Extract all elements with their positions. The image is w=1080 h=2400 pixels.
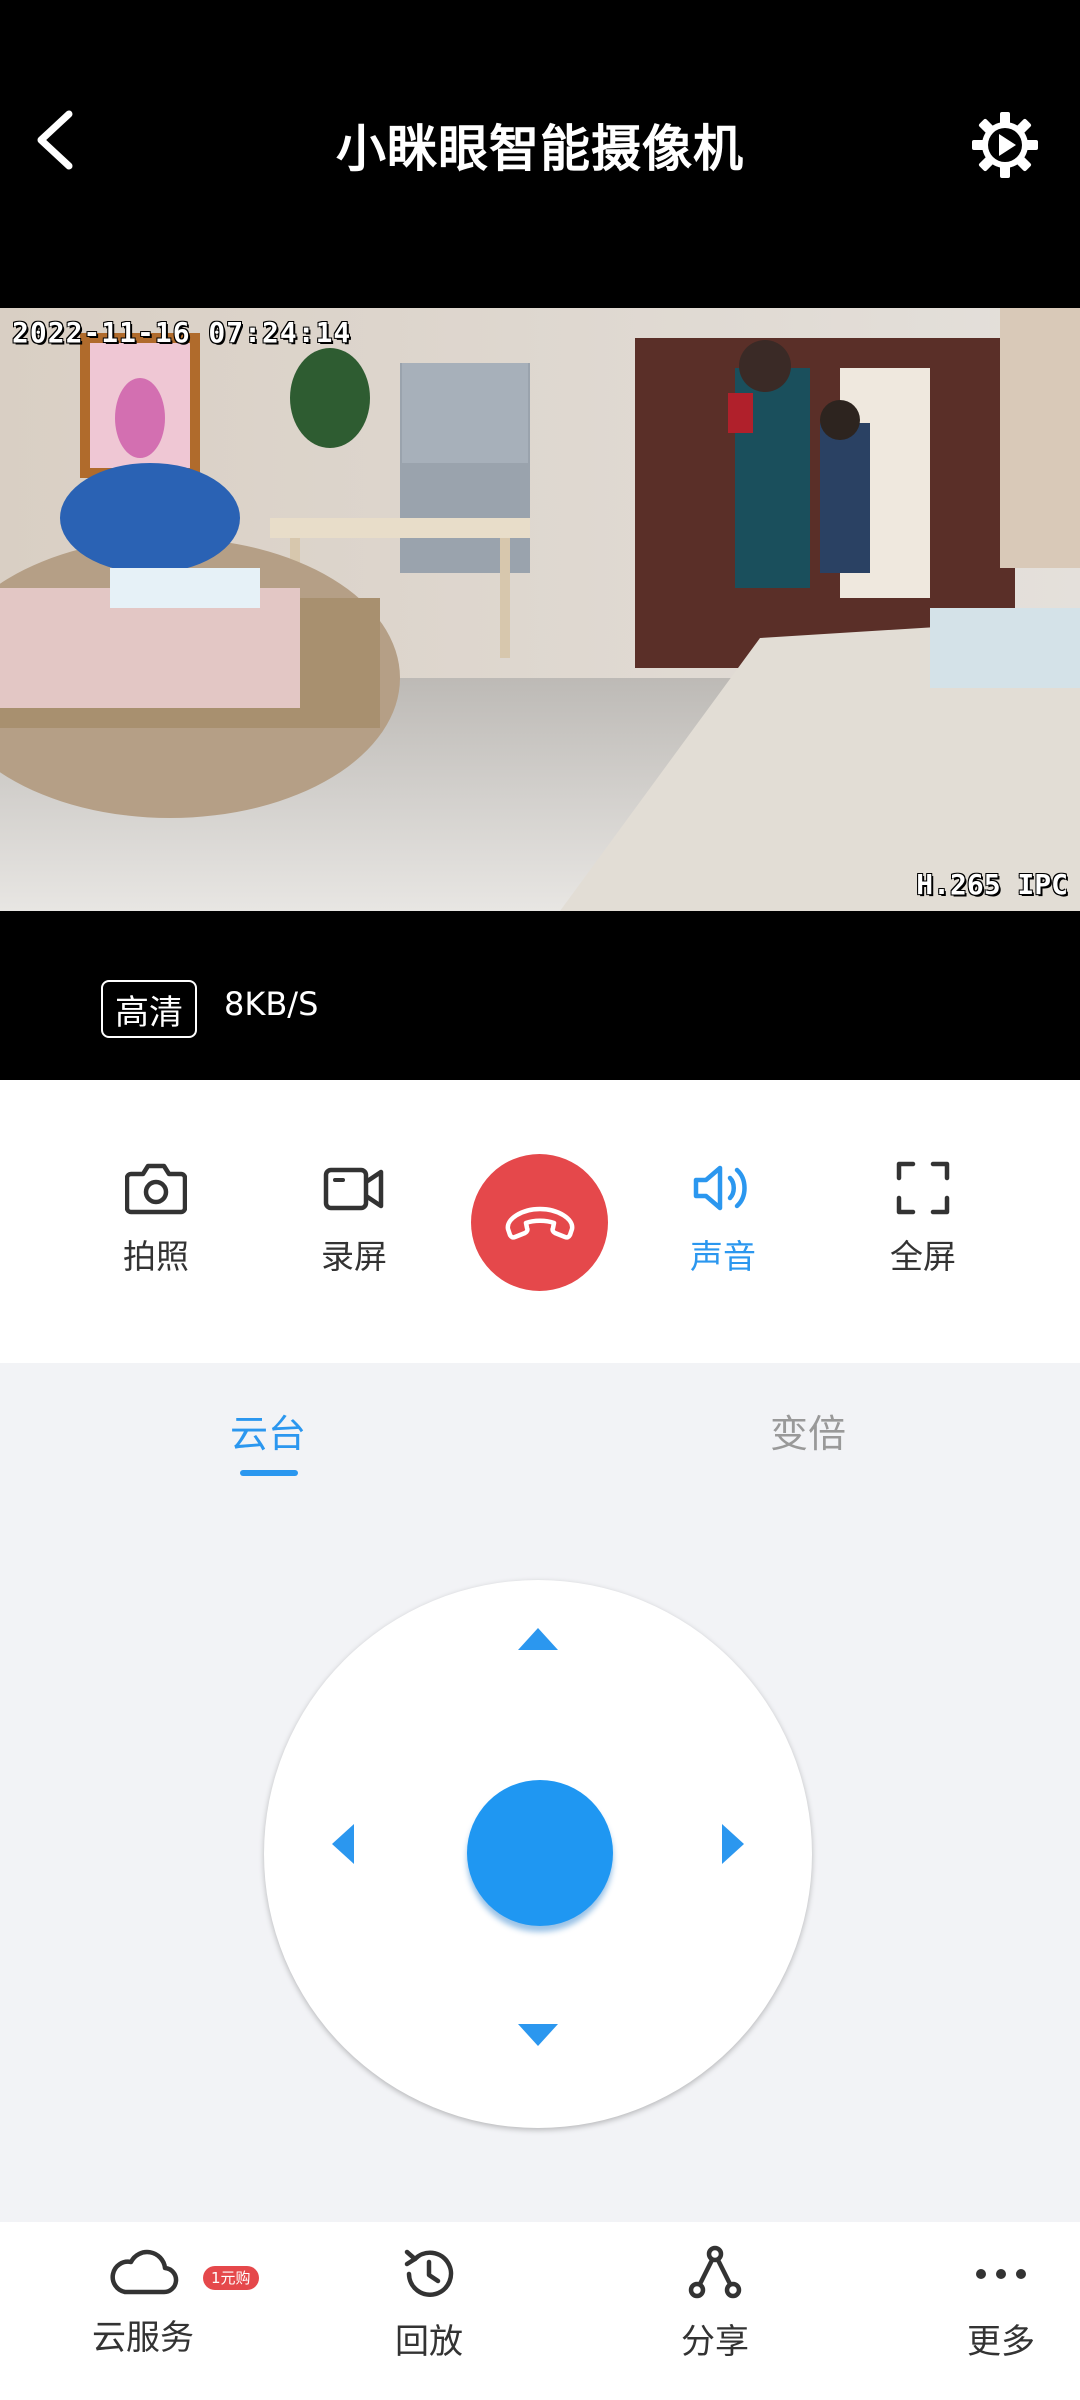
ptz-up-button[interactable] [503, 1604, 573, 1674]
control-tabs: 云台 变倍 [0, 1363, 1080, 1483]
settings-button[interactable] [960, 100, 1050, 190]
control-bar: 拍照 录屏 声音 全屏 [0, 1080, 1080, 1363]
phone-hangup-icon [505, 1206, 574, 1240]
osd-codec: H.265 IPC [916, 868, 1068, 901]
ptz-right-button[interactable] [698, 1809, 768, 1879]
arrow-right-icon [722, 1824, 744, 1864]
arrow-down-icon [518, 2024, 558, 2046]
ptz-pad [264, 1580, 812, 2128]
tab-ptz[interactable]: 云台 [230, 1403, 306, 1458]
osd-timestamp: 2022-11-16 07:24:14 [12, 316, 352, 349]
fullscreen-button[interactable]: 全屏 [848, 1160, 998, 1300]
record-button[interactable]: 录屏 [279, 1160, 429, 1300]
gear-icon [972, 112, 1038, 178]
quality-toggle[interactable]: 高清 [101, 980, 197, 1038]
arrow-left-icon [332, 1824, 354, 1864]
header: 小眯眼智能摄像机 [0, 90, 1080, 200]
speaker-icon [693, 1165, 747, 1211]
fullscreen-label: 全屏 [890, 1237, 956, 1276]
ptz-left-button[interactable] [308, 1809, 378, 1879]
share-icon [688, 2245, 742, 2299]
sound-label: 声音 [690, 1237, 756, 1276]
nav-share[interactable]: 分享 [625, 2244, 805, 2384]
stream-speed: 8KB/S [224, 985, 319, 1023]
snapshot-label: 拍照 [123, 1237, 189, 1276]
nav-playback-label: 回放 [395, 2322, 463, 2362]
nav-cloud-label: 云服务 [92, 2318, 194, 2358]
nav-cloud-service[interactable]: 1元购 云服务 [53, 2244, 259, 2384]
nav-share-label: 分享 [681, 2322, 749, 2362]
nav-playback[interactable]: 回放 [339, 2244, 519, 2384]
video-camera-icon [323, 1167, 384, 1211]
history-icon [404, 2249, 454, 2297]
live-video-feed[interactable]: 2022-11-16 07:24:14 H.265 IPC [0, 308, 1080, 911]
hangup-button[interactable] [471, 1154, 608, 1291]
promo-badge: 1元购 [203, 2266, 259, 2290]
nav-more[interactable]: 更多 [911, 2244, 1080, 2384]
ptz-center-button[interactable] [467, 1780, 613, 1926]
snapshot-button[interactable]: 拍照 [81, 1160, 231, 1300]
fullscreen-icon [896, 1161, 950, 1215]
page-title: 小眯眼智能摄像机 [336, 120, 744, 178]
more-dots-icon [976, 2269, 1026, 2279]
record-label: 录屏 [321, 1237, 387, 1276]
video-frame-image [0, 308, 1080, 911]
sound-button[interactable]: 声音 [648, 1160, 798, 1300]
nav-more-label: 更多 [967, 2322, 1035, 2362]
arrow-up-icon [518, 1628, 558, 1650]
cloud-icon [110, 2249, 179, 2295]
tab-zoom[interactable]: 变倍 [770, 1403, 846, 1458]
tab-active-indicator [240, 1470, 298, 1476]
bottom-nav: 1元购 云服务 回放 分享 更多 [0, 2222, 1080, 2400]
ptz-down-button[interactable] [503, 2000, 573, 2070]
camera-icon [125, 1163, 187, 1215]
